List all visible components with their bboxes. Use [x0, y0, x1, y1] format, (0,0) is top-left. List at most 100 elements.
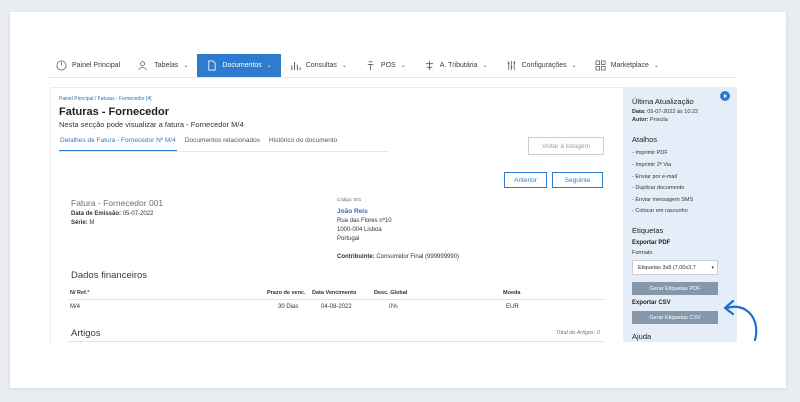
chevron-down-icon: ⌄	[341, 63, 347, 69]
page-title: Faturas - Fornecedor	[59, 106, 170, 118]
table-cell: EUR	[506, 304, 519, 310]
chevron-down-icon: ⌄	[266, 63, 272, 69]
articles-total: Total de Artigos: 0	[556, 330, 600, 336]
nav-pos[interactable]: POS ⌄	[356, 54, 415, 77]
articles-heading: Artigos	[71, 328, 101, 339]
chevron-down-icon: ⌄	[183, 63, 189, 69]
previous-button[interactable]: Anterior	[504, 172, 547, 188]
nav-label: POS	[380, 62, 396, 69]
client-name-link[interactable]: João Reis	[337, 208, 368, 215]
page-subtitle: Nesta secção pode visualizar a fatura - …	[59, 120, 244, 129]
nav-label: Documentos	[222, 62, 262, 69]
document-icon	[208, 60, 217, 71]
grid-icon	[595, 60, 606, 71]
author-label: Autor:	[632, 117, 649, 123]
users-icon	[138, 61, 147, 71]
document-tabs: Detalhes de Fatura - Fornecedor Nº M/4 D…	[59, 135, 338, 151]
date-value: 05-07-2022 às 10:22	[647, 109, 699, 115]
document-name: Fatura - Fornecedor 001	[71, 198, 164, 208]
generate-csv-labels-button[interactable]: Gerar Etiquetas CSV	[632, 311, 718, 324]
table-row: M/4 30 Dias 04-08-2022 0% EUR	[68, 300, 604, 318]
format-select[interactable]: Etiquetas 3x8 (7,00x3,7 ▾	[632, 260, 718, 275]
financial-heading: Dados financeiros	[71, 270, 148, 281]
export-csv-heading: Exportar CSV	[632, 300, 671, 306]
dashboard-icon	[56, 60, 67, 71]
column-header: Data Vencimento	[312, 290, 357, 296]
help-heading: Ajuda	[632, 332, 652, 341]
client-address-line1: Rua das Flores nº10	[337, 218, 392, 224]
main-navbar: Painel Principal Tabelas ⌄ Documentos ⌄ …	[47, 54, 737, 78]
last-update-date: Data: 05-07-2022 às 10:22	[632, 109, 698, 115]
nav-documentos[interactable]: Documentos ⌄	[197, 54, 281, 77]
pos-icon	[367, 61, 374, 71]
financial-table: N/ Ref.ª Prazo de venc. Data Vencimento …	[68, 286, 604, 318]
tab-details[interactable]: Detalhes de Fatura - Fornecedor Nº M/4	[59, 135, 177, 151]
client-country: Portugal	[337, 236, 360, 242]
issue-date: Data de Emissão: 05-07-2022	[71, 211, 153, 217]
chevron-down-icon: ⌄	[571, 63, 577, 69]
column-header: N/ Ref.ª	[70, 290, 90, 296]
table-cell: M/4	[70, 304, 81, 310]
shortcut-print-pdf[interactable]: - Imprimir PDF	[632, 150, 668, 156]
table-cell: 30 Dias	[278, 304, 299, 310]
tab-history[interactable]: Histórico do documento	[268, 135, 338, 151]
shortcut-send-sms[interactable]: - Enviar mensagem SMS	[632, 197, 693, 203]
last-update-author: Autor: Priscila	[632, 117, 668, 123]
author-value: Priscila	[650, 117, 668, 123]
format-value: Etiquetas 3x8 (7,00x3,7	[638, 264, 696, 271]
next-button[interactable]: Seguinte	[552, 172, 603, 188]
shortcut-duplicate[interactable]: - Duplicar documento	[632, 185, 684, 191]
table-cell: 04-08-2022	[321, 304, 352, 310]
date-label: Data:	[632, 109, 646, 115]
annotation-arrow-icon	[723, 299, 758, 342]
client-taxpayer: Contribuinte: Consumidor Final (99999999…	[337, 254, 459, 260]
export-pdf-heading: Exportar PDF	[632, 240, 671, 246]
nav-tributaria[interactable]: A. Tributária ⌄	[415, 54, 497, 77]
client-code: Código: 001	[337, 197, 362, 202]
sliders-icon	[507, 60, 515, 71]
nav-consultas[interactable]: Consultas ⌄	[281, 54, 356, 77]
labels-heading: Etiquetas	[632, 226, 664, 235]
chevron-down-icon: ⌄	[653, 63, 659, 69]
nav-label: Marketplace	[610, 62, 649, 69]
column-header: Desc. Global	[374, 290, 408, 296]
issue-date-value: 05-07-2022	[122, 211, 154, 217]
series-label: Série:	[71, 220, 88, 226]
nav-label: A. Tributária	[439, 62, 478, 69]
shortcut-draft[interactable]: - Colocar em rascunho	[632, 208, 688, 214]
nav-painel-principal[interactable]: Painel Principal	[47, 54, 129, 77]
bar-chart-icon	[291, 61, 301, 71]
tab-related-documents[interactable]: Documentos relacionados	[184, 135, 261, 151]
column-header: Moeda	[503, 290, 521, 296]
chevron-down-icon: ⌄	[482, 63, 488, 69]
tabs-divider	[59, 151, 389, 152]
shortcut-print-second-copy[interactable]: - Imprimir 2ª Via	[632, 162, 671, 168]
generate-pdf-labels-button[interactable]: Gerar Etiquetas PDF	[632, 282, 718, 295]
table-header: N/ Ref.ª Prazo de venc. Data Vencimento …	[68, 286, 604, 300]
articles-divider	[68, 341, 604, 342]
nav-label: Painel Principal	[72, 62, 121, 69]
main-content: Painel Principal / Faturas - Fornecedor …	[50, 87, 625, 342]
nav-marketplace[interactable]: Marketplace ⌄	[586, 54, 668, 77]
app-window: Painel Principal Tabelas ⌄ Documentos ⌄ …	[47, 40, 737, 342]
back-to-list-button[interactable]: Voltar à listagem	[528, 137, 604, 155]
format-label: Formato	[632, 250, 653, 256]
issue-date-label: Data de Emissão:	[71, 211, 122, 217]
nav-tabelas[interactable]: Tabelas ⌄	[129, 54, 197, 77]
tax-icon	[425, 60, 433, 71]
breadcrumb[interactable]: Painel Principal / Faturas - Fornecedor …	[59, 96, 152, 102]
nav-label: Tabelas	[154, 62, 179, 69]
taxpayer-value: Consumidor Final (999999990)	[376, 254, 460, 260]
nav-configuracoes[interactable]: Configurações ⌄	[497, 54, 586, 77]
chevron-down-icon: ▾	[711, 265, 714, 271]
shortcuts-heading: Atalhos	[632, 135, 658, 144]
table-cell: 0%	[389, 304, 398, 310]
shortcut-send-email[interactable]: - Enviar por e-mail	[632, 174, 677, 180]
nav-label: Consultas	[305, 62, 337, 69]
play-video-icon[interactable]	[720, 91, 730, 101]
taxpayer-label: Contribuinte:	[337, 254, 375, 260]
nav-label: Configurações	[521, 62, 567, 69]
series: Série: M	[71, 220, 94, 226]
column-header: Prazo de venc.	[267, 290, 306, 296]
series-value: M	[89, 220, 95, 226]
